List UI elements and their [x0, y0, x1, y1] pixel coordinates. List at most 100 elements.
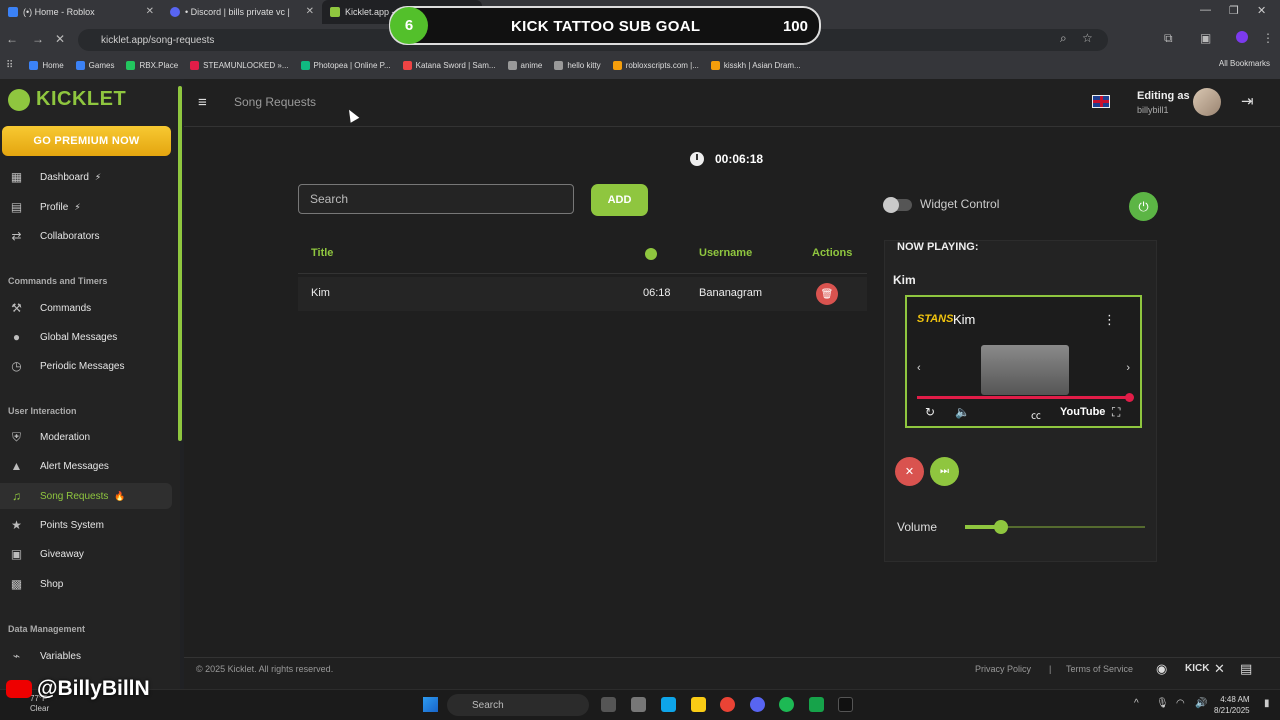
sidebar-item-commands[interactable]: ⚒ Commands: [0, 295, 172, 321]
chrome-icon[interactable]: [720, 697, 735, 712]
sidebar-item-dashboard[interactable]: ▦ Dashboard ⚡: [0, 164, 172, 190]
sidebar-item-points-system[interactable]: ★ Points System: [0, 512, 172, 538]
back-icon[interactable]: ←: [6, 32, 18, 46]
uk-flag-icon[interactable]: [1092, 95, 1110, 108]
nav-icon: ♫: [12, 489, 21, 503]
bookmark-item[interactable]: hello kitty: [554, 60, 601, 70]
system-clock[interactable]: 4:48 AM 8/21/2025: [1214, 694, 1250, 716]
browser-menu-icon[interactable]: ⋮: [1262, 31, 1274, 45]
bookmark-item[interactable]: kisskh | Asian Dram...: [710, 60, 801, 70]
browser-chrome: (•) Home - Roblox ✕ • Discord | bills pr…: [0, 0, 1280, 79]
add-button[interactable]: ADD: [591, 184, 648, 216]
song-title: Kim: [311, 287, 330, 299]
sidebar-item-giveaway[interactable]: ▣ Giveaway: [0, 541, 172, 567]
replay-icon[interactable]: ↻: [925, 405, 935, 419]
reload-icon[interactable]: ✕: [55, 32, 65, 46]
bookmark-item[interactable]: STEAMUNLOCKED »...: [190, 60, 289, 70]
zoom-icon[interactable]: ⌕: [1060, 31, 1067, 46]
volume-thumb[interactable]: [994, 520, 1008, 534]
tab-roblox[interactable]: (•) Home - Roblox ✕: [0, 0, 160, 24]
volume-slider[interactable]: [965, 520, 1145, 534]
youtube-player[interactable]: STANS Kim ⋮ ‹ › ↻ 🔈 ㏄ YouTube ⛶: [905, 295, 1142, 428]
search-input[interactable]: Search: [298, 184, 574, 214]
sidebar-item-periodic-messages[interactable]: ◷ Periodic Messages: [0, 353, 172, 379]
windows-start-icon[interactable]: [423, 697, 438, 712]
kick-icon[interactable]: KICK: [1185, 663, 1209, 674]
go-premium-button[interactable]: GO PREMIUM NOW: [2, 126, 171, 156]
column-title[interactable]: Title: [311, 247, 333, 259]
more-options-icon[interactable]: ⋮: [1103, 312, 1116, 328]
app-icon[interactable]: [661, 697, 676, 712]
column-username[interactable]: Username: [699, 247, 752, 259]
player-progress-bar[interactable]: [917, 393, 1134, 402]
stop-button[interactable]: ✕: [895, 457, 924, 486]
notification-icon[interactable]: ▮: [1264, 698, 1270, 709]
bookmark-item[interactable]: Katana Sword | Sam...: [402, 60, 496, 70]
clock-icon: [690, 152, 704, 166]
sidebar-item-song-requests[interactable]: ♫ Song Requests 🔥: [0, 483, 172, 509]
tray-chevron-icon[interactable]: ^: [1134, 698, 1139, 709]
avatar[interactable]: [1193, 88, 1221, 116]
sidebar-item-shop[interactable]: ▩ Shop: [0, 571, 172, 597]
bookmark-item[interactable]: anime: [507, 60, 542, 70]
minimize-icon[interactable]: —: [1200, 4, 1211, 16]
apps-grid-icon[interactable]: ⠿: [6, 60, 13, 71]
close-window-icon[interactable]: ✕: [1257, 4, 1266, 17]
fullscreen-icon[interactable]: ⛶: [1112, 405, 1120, 420]
microphone-icon[interactable]: 🎙: [1156, 698, 1169, 709]
app-icon[interactable]: [809, 697, 824, 712]
file-explorer-icon[interactable]: [691, 697, 706, 712]
sidebar-item-moderation[interactable]: ⛨ Moderation: [0, 424, 172, 450]
x-icon[interactable]: ✕: [1214, 661, 1225, 677]
sidebar-item-global-messages[interactable]: ● Global Messages: [0, 324, 172, 350]
forward-icon[interactable]: →: [32, 32, 44, 46]
sidebar-item-collaborators[interactable]: ⇄ Collaborators: [0, 223, 172, 249]
close-tab-icon[interactable]: ✕: [146, 6, 154, 17]
discord-icon[interactable]: ◉: [1156, 661, 1167, 677]
sidebar-scrollbar[interactable]: [178, 86, 182, 441]
kicklet-logo[interactable]: KICKLET: [8, 88, 126, 111]
next-arrow-icon[interactable]: ›: [1126, 362, 1130, 374]
sidebar-item-profile[interactable]: ▤ Profile ⚡: [0, 194, 172, 220]
tab-discord[interactable]: • Discord | bills private vc | ✕: [162, 0, 320, 24]
docs-icon[interactable]: ▤: [1240, 661, 1252, 677]
copyright: © 2025 Kicklet. All rights reserved.: [196, 664, 334, 674]
volume-icon[interactable]: 🔈: [955, 405, 970, 419]
terminal-icon[interactable]: [838, 697, 853, 712]
bookmark-item[interactable]: Photopea | Online P...: [300, 60, 391, 70]
taskbar-search[interactable]: Search: [447, 694, 589, 716]
captions-icon[interactable]: ㏄: [1031, 407, 1041, 422]
power-button[interactable]: ⏻: [1129, 192, 1158, 221]
skip-button[interactable]: ⏭: [930, 457, 959, 486]
bookmark-item[interactable]: robloxscripts.com |...: [612, 60, 699, 70]
wifi-icon[interactable]: ◠: [1176, 698, 1185, 709]
terms-link[interactable]: Terms of Service: [1066, 664, 1133, 674]
task-view-icon[interactable]: [601, 697, 616, 712]
privacy-policy-link[interactable]: Privacy Policy: [975, 664, 1031, 674]
spotify-icon[interactable]: [779, 697, 794, 712]
widget-control-label: Widget Control: [920, 197, 1000, 211]
bookmark-item[interactable]: Home: [29, 60, 64, 70]
menu-toggle-icon[interactable]: ≡: [198, 94, 207, 111]
app-icon[interactable]: [631, 697, 646, 712]
youtube-logo[interactable]: YouTube: [1060, 406, 1105, 418]
sidebar-item-label: Points System: [40, 519, 104, 531]
sidebar-item-alert-messages[interactable]: ▲ Alert Messages: [0, 453, 172, 479]
sidebar-panel-icon[interactable]: ▣: [1200, 31, 1211, 45]
previous-arrow-icon[interactable]: ‹: [917, 362, 921, 374]
delete-song-button[interactable]: 🗑: [816, 283, 838, 305]
profile-icon[interactable]: [1236, 31, 1248, 43]
restore-icon[interactable]: ❐: [1229, 4, 1239, 17]
table-row[interactable]: Kim 06:18 Bananagram 🗑: [298, 277, 867, 311]
extensions-icon[interactable]: ⧉: [1164, 31, 1173, 46]
discord-taskbar-icon[interactable]: [750, 697, 765, 712]
bookmark-item[interactable]: Games: [75, 60, 114, 70]
bookmark-item[interactable]: RBX.Place: [126, 60, 178, 70]
all-bookmarks[interactable]: All Bookmarks: [1219, 59, 1270, 68]
bookmark-star-icon[interactable]: ☆: [1082, 31, 1093, 45]
logout-icon[interactable]: ⇥: [1241, 92, 1254, 110]
sidebar-item-variables[interactable]: ⌁ Variables: [0, 643, 172, 669]
speaker-icon[interactable]: 🔊: [1195, 698, 1207, 709]
widget-control-toggle[interactable]: [883, 197, 912, 213]
close-tab-icon[interactable]: ✕: [306, 6, 314, 17]
